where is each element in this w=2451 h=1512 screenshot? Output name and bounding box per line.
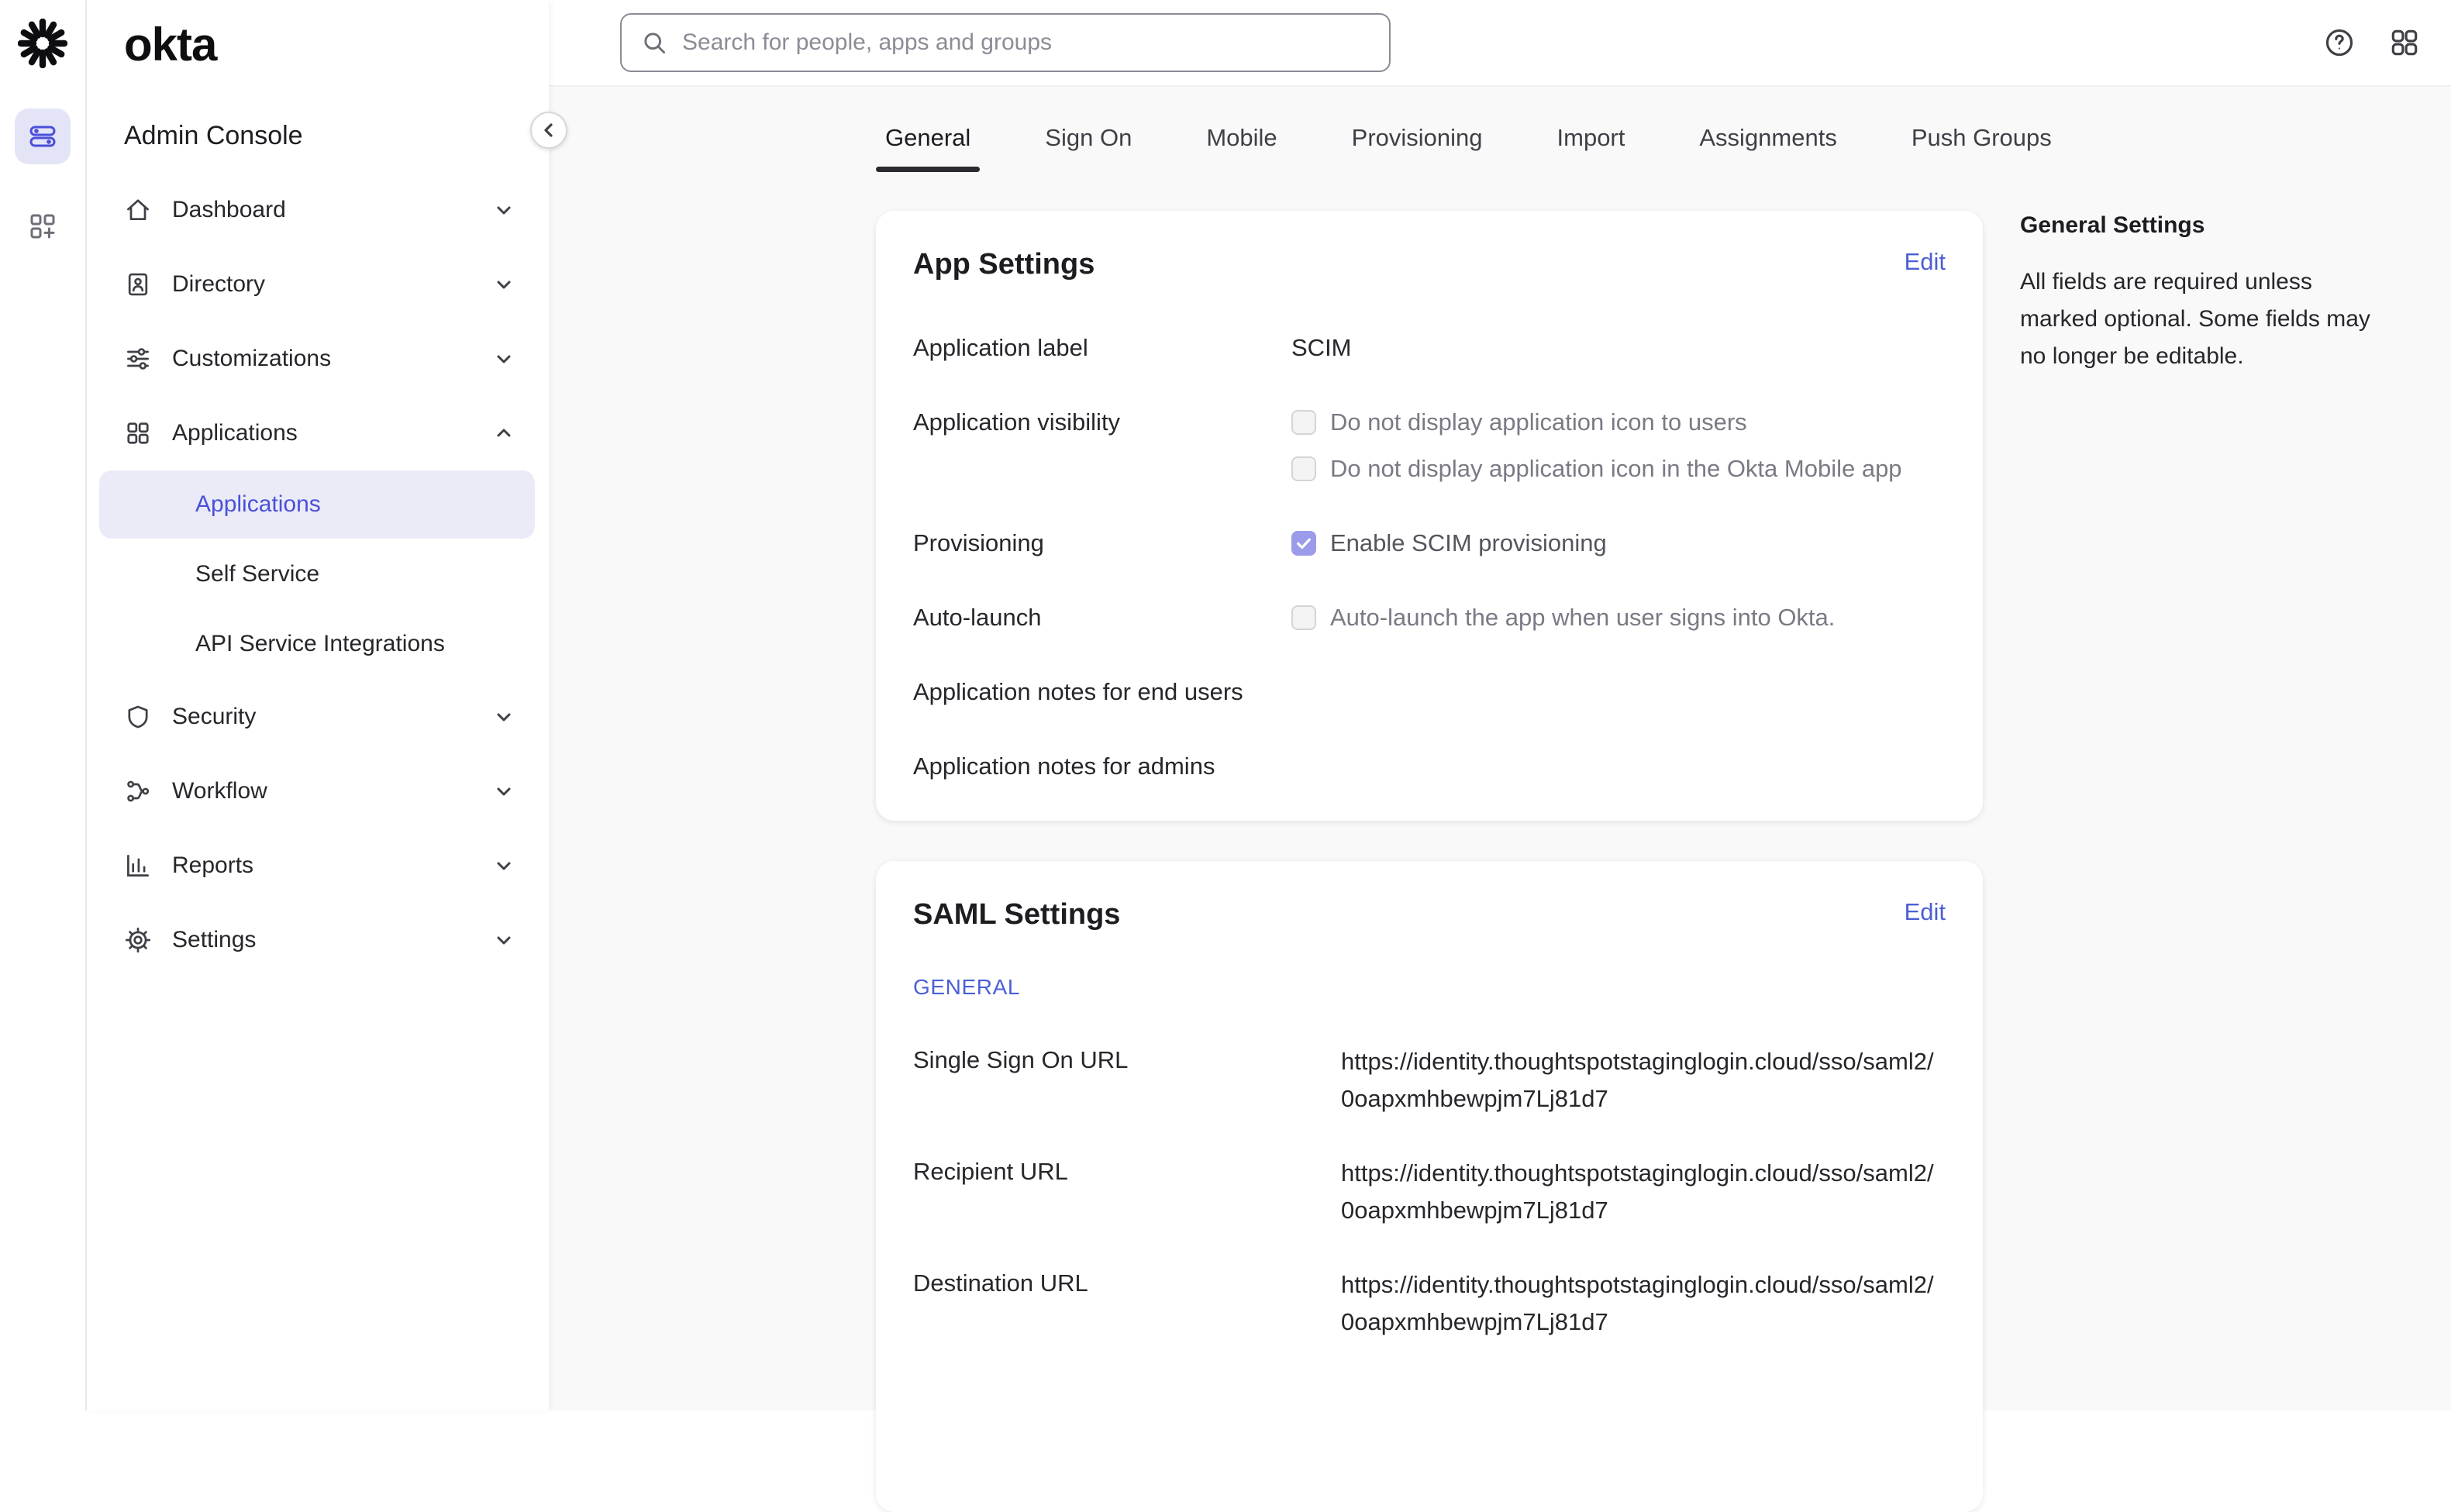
notes-end-users-value: [1291, 675, 1946, 709]
field-notes-end-users: Application notes for end users: [913, 675, 1946, 709]
apps-grid-icon: [2388, 26, 2421, 59]
app-settings-card: App Settings Edit Application label SCIM…: [876, 211, 1983, 821]
checkbox-row-auto-launch[interactable]: Auto-launch the app when user signs into…: [1291, 601, 1946, 635]
search-icon: [640, 29, 668, 57]
saml-settings-edit-button[interactable]: Edit: [1905, 898, 1946, 926]
help-button[interactable]: [2321, 24, 2358, 61]
field-single-sign-on-url: Single Sign On URL https://identity.thou…: [913, 1043, 1946, 1118]
checkbox-row-hide-icon-users[interactable]: Do not display application icon to users: [1291, 405, 1946, 439]
field-auto-launch: Auto-launch Auto-launch the app when use…: [913, 601, 1946, 635]
okta-wordmark: okta: [124, 22, 549, 68]
workflow-icon: [124, 777, 152, 805]
help-panel-body: All fields are required unless marked op…: [2020, 263, 2389, 375]
main-area: General Sign On Mobile Provisioning Impo…: [549, 0, 2451, 1410]
home-icon: [124, 196, 152, 224]
application-label-value: SCIM: [1291, 331, 1946, 365]
settings-cards: App Settings Edit Application label SCIM…: [876, 211, 1983, 1512]
sidebar-item-settings[interactable]: Settings: [87, 903, 549, 977]
chevron-down-icon: [493, 274, 515, 295]
chevron-down-icon: [493, 199, 515, 221]
chevron-down-icon: [493, 780, 515, 802]
app-tabs: General Sign On Mobile Provisioning Impo…: [876, 124, 2451, 172]
chevron-up-icon: [493, 422, 515, 444]
tab-assignments[interactable]: Assignments: [1690, 124, 1846, 172]
bar-chart-icon: [124, 852, 152, 880]
chevron-down-icon: [493, 855, 515, 877]
checkbox-auto-launch[interactable]: [1291, 605, 1316, 630]
general-settings-help-panel: General Settings All fields are required…: [2020, 211, 2389, 375]
sidebar-item-workflow[interactable]: Workflow: [87, 754, 549, 828]
app-layout: okta Admin Console Dashboard Directory: [0, 0, 2451, 1410]
app-switcher-button[interactable]: [2386, 24, 2423, 61]
sidebar-subitem-api-service-integrations[interactable]: API Service Integrations: [99, 610, 535, 678]
destination-url-value: https://identity.thoughtspotstaginglogin…: [1341, 1266, 1946, 1341]
checkbox-row-hide-icon-mobile[interactable]: Do not display application icon in the O…: [1291, 452, 1946, 486]
sidebar-item-dashboard[interactable]: Dashboard: [87, 173, 549, 247]
tab-sign-on[interactable]: Sign On: [1036, 124, 1141, 172]
app-settings-title: App Settings: [913, 248, 1095, 281]
sidebar-subitem-applications[interactable]: Applications: [99, 470, 535, 539]
shield-icon: [124, 703, 152, 731]
tab-provisioning[interactable]: Provisioning: [1343, 124, 1492, 172]
sidebar-item-reports[interactable]: Reports: [87, 828, 549, 903]
saml-general-section-label: GENERAL: [913, 975, 1946, 1000]
chevron-down-icon: [493, 348, 515, 370]
chevron-down-icon: [493, 706, 515, 728]
single-sign-on-url-value: https://identity.thoughtspotstaginglogin…: [1341, 1043, 1946, 1118]
checkbox-hide-icon-mobile[interactable]: [1291, 456, 1316, 481]
sliders-icon: [124, 345, 152, 373]
checkbox-hide-icon-users[interactable]: [1291, 410, 1316, 435]
sidebar-item-directory[interactable]: Directory: [87, 247, 549, 322]
app-settings-edit-button[interactable]: Edit: [1905, 248, 1946, 276]
check-icon: [1295, 535, 1312, 552]
sidebar-collapse-button[interactable]: [530, 112, 567, 149]
sidebar-item-security[interactable]: Security: [87, 680, 549, 754]
tab-general[interactable]: General: [876, 124, 980, 172]
field-application-visibility: Application visibility Do not display ap…: [913, 405, 1946, 486]
directory-icon: [124, 270, 152, 298]
search-input[interactable]: [682, 29, 1370, 56]
toggles-icon: [27, 121, 58, 152]
sidebar-nav: Dashboard Directory Customizations: [87, 173, 549, 977]
left-rail: [0, 0, 87, 1410]
sidebar-subitem-self-service[interactable]: Self Service: [99, 540, 535, 608]
console-title: Admin Console: [124, 121, 549, 151]
global-search: [620, 13, 1391, 72]
okta-spinner-logo: [18, 19, 67, 68]
field-provisioning: Provisioning Enable SCIM provisioning: [913, 526, 1946, 560]
checkbox-row-enable-scim[interactable]: Enable SCIM provisioning: [1291, 526, 1946, 560]
field-notes-admins: Application notes for admins: [913, 749, 1946, 784]
help-panel-title: General Settings: [2020, 212, 2389, 239]
tab-import[interactable]: Import: [1548, 124, 1635, 172]
grid-plus-icon: [27, 211, 58, 242]
recipient-url-value: https://identity.thoughtspotstaginglogin…: [1341, 1155, 1946, 1229]
gear-icon: [124, 926, 152, 954]
topbar-actions: [2321, 24, 2451, 61]
chevron-down-icon: [493, 929, 515, 951]
rail-add-apps-button[interactable]: [15, 198, 71, 254]
help-icon: [2323, 26, 2356, 59]
notes-admins-value: [1291, 749, 1946, 784]
topbar: [549, 0, 2451, 87]
sidebar-item-customizations[interactable]: Customizations: [87, 322, 549, 396]
sidebar-item-applications[interactable]: Applications: [87, 396, 549, 470]
saml-settings-card: SAML Settings Edit GENERAL Single Sign O…: [876, 861, 1983, 1512]
checkbox-enable-scim[interactable]: [1291, 531, 1316, 556]
field-recipient-url: Recipient URL https://identity.thoughtsp…: [913, 1155, 1946, 1229]
tab-push-groups[interactable]: Push Groups: [1902, 124, 2061, 172]
chevron-left-icon: [539, 121, 558, 139]
sidebar: okta Admin Console Dashboard Directory: [87, 0, 549, 1410]
tab-mobile[interactable]: Mobile: [1197, 124, 1286, 172]
rail-console-toggle-button[interactable]: [15, 108, 71, 164]
field-destination-url: Destination URL https://identity.thought…: [913, 1266, 1946, 1341]
grid-icon: [124, 419, 152, 447]
field-application-label: Application label SCIM: [913, 331, 1946, 365]
saml-settings-title: SAML Settings: [913, 898, 1120, 932]
